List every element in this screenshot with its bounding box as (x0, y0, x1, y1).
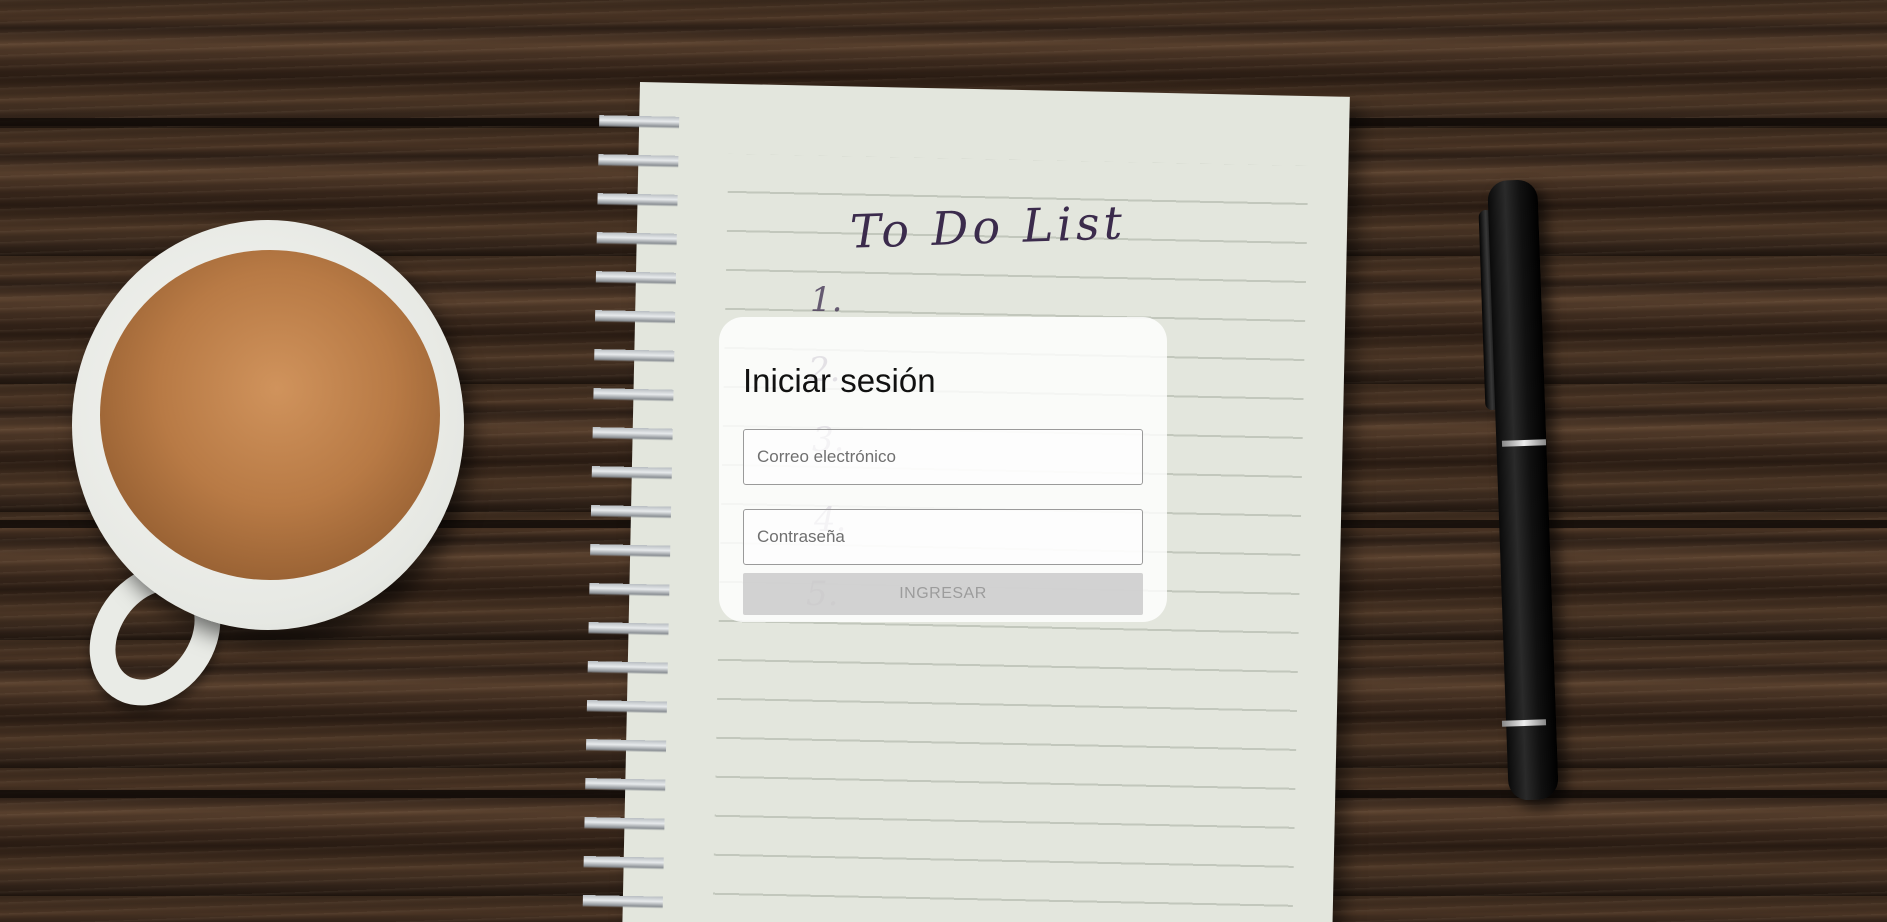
password-field[interactable] (743, 509, 1143, 565)
coffee-liquid (100, 250, 440, 580)
background-photo: To Do List 1. 2. 3. 4. 5. Iniciar sesión… (0, 0, 1887, 922)
list-number: 1. (810, 280, 843, 320)
login-submit-button[interactable]: INGRESAR (743, 573, 1143, 615)
notebook-heading: To Do List (849, 195, 1127, 259)
notebook-spiral (582, 101, 680, 922)
login-title: Iniciar sesión (743, 362, 936, 399)
login-card: Iniciar sesión INGRESAR (719, 317, 1167, 622)
email-field[interactable] (743, 429, 1143, 485)
